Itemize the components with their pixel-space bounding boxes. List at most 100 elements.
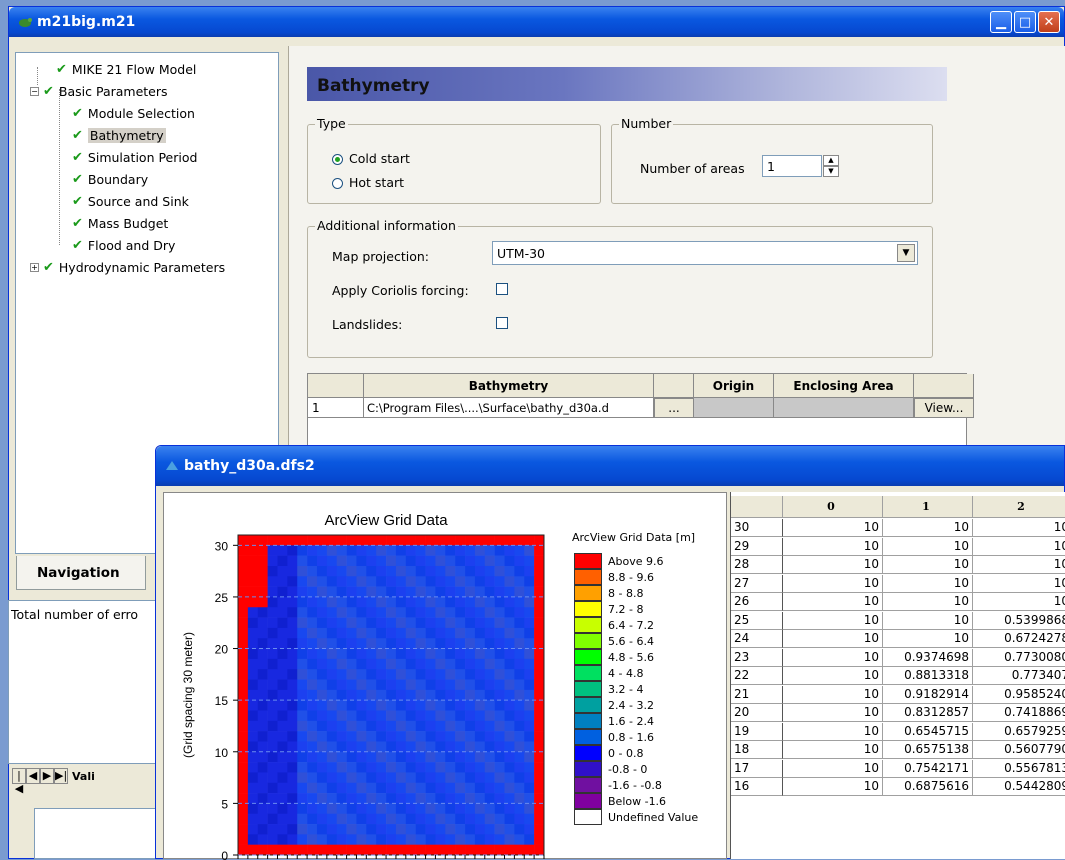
last-tab-button[interactable]: ▶| <box>54 768 68 784</box>
table-row-header[interactable]: 23 <box>731 648 783 667</box>
table-cell[interactable]: 10 <box>883 519 973 537</box>
tree-item-source-and-sink[interactable]: ✔ Source and Sink <box>72 191 189 211</box>
table-cell[interactable]: 0.6545715 <box>883 722 973 741</box>
table-cell[interactable]: 10 <box>783 704 883 722</box>
table-cell[interactable]: 10 <box>883 556 973 574</box>
table-cell[interactable]: 0.8813318 <box>883 667 973 685</box>
table-row-header[interactable]: 29 <box>731 537 783 556</box>
minimize-button[interactable]: ▁ <box>990 11 1012 33</box>
radio-selected-icon[interactable] <box>332 154 343 165</box>
maximize-button[interactable]: □ <box>1014 11 1036 33</box>
coriolis-checkbox[interactable] <box>496 283 508 295</box>
table-cell[interactable]: 10 <box>783 778 883 796</box>
table-row-header[interactable]: 30 <box>731 519 783 537</box>
table-row-header[interactable]: 26 <box>731 593 783 611</box>
table-cell[interactable]: 0.5607790 <box>973 741 1065 759</box>
table-cell[interactable]: 10 <box>783 630 883 648</box>
table-cell[interactable]: 10 <box>783 759 883 778</box>
table-row-header[interactable]: 28 <box>731 556 783 574</box>
table-row-header[interactable]: 19 <box>731 722 783 741</box>
cold-start-radio[interactable]: Cold start <box>332 151 410 166</box>
table-cell[interactable]: 0.6724278 <box>973 630 1065 648</box>
tree-item-mike21[interactable]: ✔ MIKE 21 Flow Model <box>56 59 196 79</box>
table-column-header[interactable] <box>731 496 783 518</box>
table-cell[interactable]: 0.9585240 <box>973 686 1065 704</box>
table-row-header[interactable]: 25 <box>731 611 783 630</box>
browse-button[interactable]: ... <box>654 398 694 418</box>
tree-item-hydrodynamic-parameters[interactable]: + ✔ Hydrodynamic Parameters <box>30 257 225 277</box>
table-cell[interactable]: 10 <box>973 575 1065 593</box>
table-column-header[interactable]: 1 <box>883 496 973 518</box>
dropdown-arrow-icon[interactable]: ▼ <box>897 244 915 262</box>
next-tab-button[interactable]: ▶ <box>40 768 54 784</box>
table-row-header[interactable]: 18 <box>731 741 783 759</box>
table-cell[interactable]: 10 <box>973 556 1065 574</box>
table-cell[interactable]: 10 <box>883 630 973 648</box>
table-cell[interactable]: 10 <box>783 722 883 741</box>
table-cell[interactable]: 10 <box>783 611 883 630</box>
tree-item-basic-parameters[interactable]: − ✔ Basic Parameters <box>30 81 168 101</box>
child-titlebar[interactable]: bathy_d30a.dfs2 <box>156 446 1064 486</box>
landslides-checkbox[interactable] <box>496 317 508 329</box>
table-cell[interactable]: 0.5567813 <box>973 760 1065 778</box>
table-row-header[interactable]: 22 <box>731 667 783 685</box>
first-tab-button[interactable]: |◀ <box>12 768 26 795</box>
expand-icon[interactable]: + <box>30 262 39 272</box>
spin-up-button[interactable]: ▲ <box>823 155 839 166</box>
table-cell[interactable]: 10 <box>783 741 883 759</box>
table-cell[interactable]: 10 <box>883 593 973 611</box>
table-row-header[interactable]: 24 <box>731 630 783 648</box>
table-row-header[interactable]: 21 <box>731 685 783 704</box>
bathymetry-path-cell[interactable]: C:\Program Files\....\Surface\bathy_d30a… <box>364 398 654 418</box>
tree-item-flood-and-dry[interactable]: ✔ Flood and Dry <box>72 235 175 255</box>
table-cell[interactable]: 10 <box>973 519 1065 537</box>
table-cell[interactable]: 0.5442809 <box>973 778 1065 796</box>
tree-item-simulation-period[interactable]: ✔ Simulation Period <box>72 147 197 167</box>
tab-navigation[interactable]: Navigation <box>16 556 146 590</box>
table-cell[interactable]: 10 <box>783 648 883 667</box>
table-cell[interactable]: 0.5399868 <box>973 612 1065 630</box>
tree-item-module-selection[interactable]: ✔ Module Selection <box>72 103 195 123</box>
table-column-header[interactable]: 0 <box>783 496 883 518</box>
table-cell[interactable]: 0.9374698 <box>883 648 973 667</box>
close-button[interactable]: ✕ <box>1038 11 1060 33</box>
collapse-icon[interactable]: − <box>30 86 39 96</box>
table-cell[interactable]: 0.8312857 <box>883 704 973 722</box>
table-cell[interactable]: 10 <box>783 556 883 574</box>
radio-icon[interactable] <box>332 178 343 189</box>
table-cell[interactable]: 10 <box>783 593 883 611</box>
table-column-header[interactable]: 2 <box>973 496 1065 518</box>
table-row-header[interactable]: 20 <box>731 704 783 722</box>
table-cell[interactable]: 10 <box>883 611 973 630</box>
table-cell[interactable]: 10 <box>883 574 973 593</box>
table-cell[interactable]: 0.6875616 <box>883 778 973 796</box>
table-cell[interactable]: 0.6579259 <box>973 723 1065 741</box>
tree-item-mass-budget[interactable]: ✔ Mass Budget <box>72 213 168 233</box>
table-cell[interactable]: 0.6575138 <box>883 741 973 759</box>
map-projection-select[interactable]: UTM-30 ▼ <box>492 241 918 265</box>
table-row-header[interactable]: 16 <box>731 778 783 796</box>
table-cell[interactable]: 10 <box>783 519 883 537</box>
hot-start-radio[interactable]: Hot start <box>332 175 404 190</box>
view-button[interactable]: View... <box>914 398 974 418</box>
table-row-header[interactable]: 17 <box>731 759 783 778</box>
table-cell[interactable]: 10 <box>783 685 883 704</box>
table-cell[interactable]: 0.773407 <box>973 667 1065 685</box>
table-cell[interactable]: 10 <box>973 593 1065 611</box>
table-cell[interactable]: 0.7418869 <box>973 704 1065 722</box>
table-cell[interactable]: 0.9182914 <box>883 685 973 704</box>
table-cell[interactable]: 0.7542171 <box>883 759 973 778</box>
main-titlebar[interactable]: m21big.m21 ▁ □ ✕ <box>9 7 1064 37</box>
spin-down-button[interactable]: ▼ <box>823 166 839 177</box>
table-cell[interactable]: 10 <box>783 574 883 593</box>
table-row-header[interactable]: 27 <box>731 574 783 593</box>
table-cell[interactable]: 0.7730080 <box>973 649 1065 667</box>
number-of-areas-input[interactable]: 1 <box>762 155 822 177</box>
table-cell[interactable]: 10 <box>973 538 1065 556</box>
table-cell[interactable]: 10 <box>783 537 883 556</box>
tree-item-boundary[interactable]: ✔ Boundary <box>72 169 148 189</box>
table-cell[interactable]: 10 <box>783 667 883 685</box>
tab-validation[interactable]: Vali <box>72 770 95 783</box>
table-cell[interactable]: 10 <box>883 537 973 556</box>
tree-item-bathymetry[interactable]: ✔ Bathymetry <box>72 125 166 145</box>
